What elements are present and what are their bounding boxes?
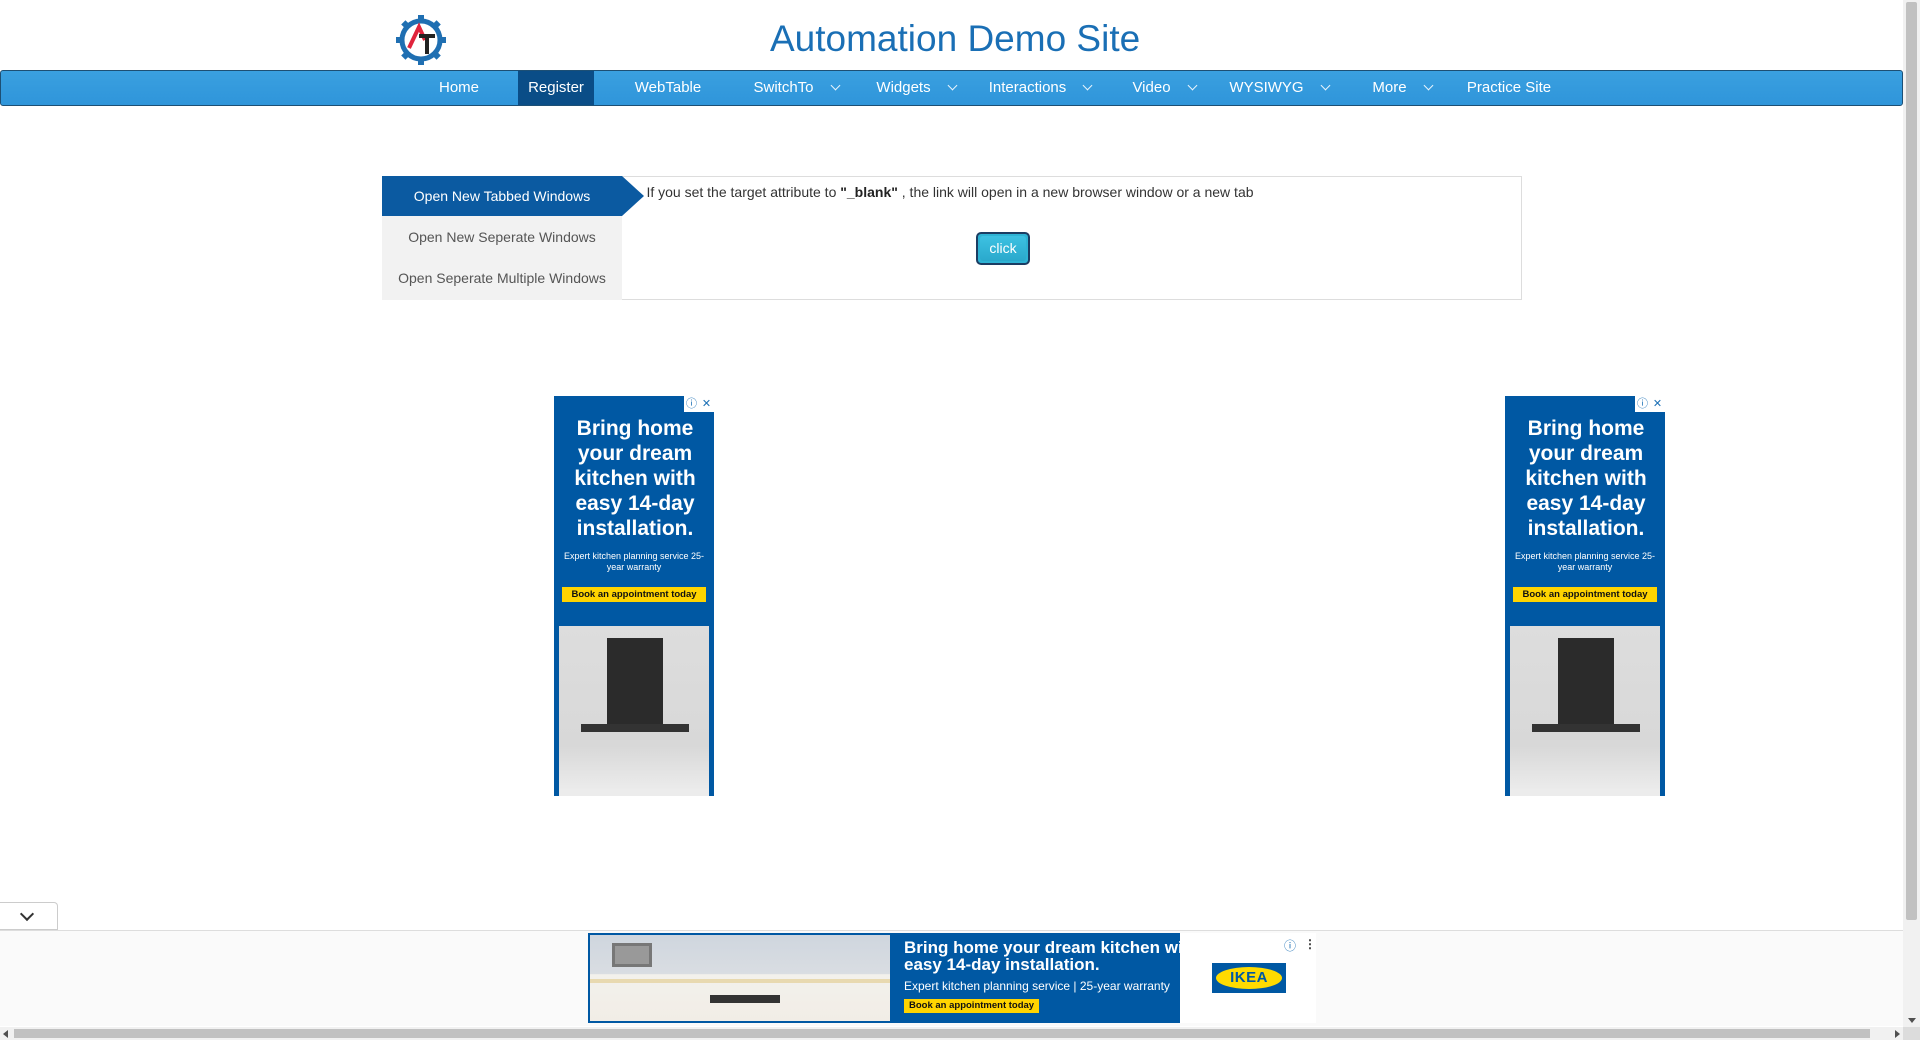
gear-logo-icon xyxy=(396,15,446,65)
tab-open-new-tabbed-windows[interactable]: Open New Tabbed Windows xyxy=(382,176,622,216)
scrollbar-corner xyxy=(1903,1027,1920,1040)
nav-switchto[interactable]: SwitchTo xyxy=(743,71,849,105)
nav-interactions-label: Interactions xyxy=(988,79,1067,96)
ikea-logo: IKEA xyxy=(1212,963,1286,993)
nav-more[interactable]: More xyxy=(1361,71,1443,105)
chevron-down-icon xyxy=(1187,80,1197,91)
hob-shape xyxy=(710,995,780,1003)
close-icon[interactable]: ✕ xyxy=(1650,396,1665,412)
description-keyword: "_blank" xyxy=(840,184,898,200)
nav-interactions[interactable]: Interactions xyxy=(983,71,1097,105)
nav-wysiwyg[interactable]: WYSIWYG xyxy=(1225,71,1333,105)
range-hood-base xyxy=(1532,724,1640,732)
ad-subline: Expert kitchen planning service 25-year … xyxy=(1514,551,1656,572)
nav-register[interactable]: Register xyxy=(518,71,594,105)
nav-video[interactable]: Video xyxy=(1123,71,1205,105)
range-hood-shape xyxy=(607,638,663,728)
chevron-down-icon xyxy=(830,80,840,91)
chevron-down-icon xyxy=(1082,80,1093,91)
nav-practice-site-label: Practice Site xyxy=(1466,79,1552,96)
close-icon[interactable]: ✕ xyxy=(699,396,714,412)
range-hood-base xyxy=(581,724,689,732)
ikea-logo-text: IKEA xyxy=(1216,967,1282,989)
nav-webtable[interactable]: WebTable xyxy=(615,71,721,105)
banner-kitchen-image xyxy=(590,935,890,1021)
info-icon[interactable]: ⓘ xyxy=(684,396,699,412)
chevron-down-icon xyxy=(947,80,958,91)
range-hood-shape xyxy=(1558,638,1614,728)
banner-subline: Expert kitchen planning service | 25-yea… xyxy=(904,979,1170,993)
main-nav: Home Register WebTable SwitchTo Widgets … xyxy=(0,70,1903,106)
nav-more-label: More xyxy=(1372,79,1407,96)
page: Automation Demo Site Home Register WebTa… xyxy=(0,0,1920,1040)
nav-video-label: Video xyxy=(1132,79,1171,96)
bottom-banner-ad[interactable]: Bring home your dream kitchen with easy … xyxy=(588,933,1316,1023)
banner-headline: Bring home your dream kitchen with easy … xyxy=(904,938,1199,974)
collapse-ad-button[interactable] xyxy=(0,902,58,930)
vertical-scrollbar-thumb[interactable] xyxy=(1906,2,1917,920)
tab-open-seperate-multiple-windows[interactable]: Open Seperate Multiple Windows xyxy=(382,258,622,298)
ad-headline: Bring home your dream kitchen with easy … xyxy=(1525,417,1647,540)
ad-cta-button[interactable]: Book an appointment today xyxy=(562,587,706,602)
site-logo[interactable] xyxy=(395,14,447,66)
scroll-left-arrow-icon[interactable] xyxy=(3,1030,8,1038)
tab-description: If you set the target attribute to "_bla… xyxy=(640,182,1260,202)
info-icon[interactable]: ⓘ xyxy=(1284,937,1296,954)
chevron-down-icon xyxy=(19,906,35,922)
vertical-scrollbar[interactable] xyxy=(1903,0,1920,1027)
ad-cta-button[interactable]: Book an appointment today xyxy=(1513,587,1657,602)
ad-subline: Expert kitchen planning service 25-year … xyxy=(563,551,705,572)
nav-widgets-label: Widgets xyxy=(876,79,931,96)
nav-practice-site[interactable]: Practice Site xyxy=(1459,71,1559,105)
click-button[interactable]: click xyxy=(976,232,1030,265)
chevron-down-icon xyxy=(1423,80,1434,91)
ad-choices: ⓘ ✕ xyxy=(1635,396,1665,412)
horizontal-scrollbar[interactable] xyxy=(0,1027,1903,1040)
countertop-shape xyxy=(590,979,890,983)
site-title: Automation Demo Site xyxy=(770,18,1141,59)
ad-kitchen-image xyxy=(559,626,709,796)
nav-home[interactable]: Home xyxy=(421,71,497,105)
microwave-shape xyxy=(612,943,652,967)
ad-choices: ⓘ ✕ xyxy=(684,396,714,412)
ad-kitchen-image xyxy=(1510,626,1660,796)
right-side-ad[interactable]: ⓘ ✕ Bring home your dream kitchen with e… xyxy=(1505,396,1665,796)
windows-tab-list: Open New Tabbed Windows Open New Seperat… xyxy=(382,176,622,300)
ad-headline: Bring home your dream kitchen with easy … xyxy=(574,417,696,540)
scroll-down-arrow-icon[interactable] xyxy=(1908,1018,1916,1023)
more-options-icon[interactable]: ⋮ xyxy=(1304,937,1316,951)
scroll-right-arrow-icon[interactable] xyxy=(1895,1030,1900,1038)
nav-register-label: Register xyxy=(528,79,584,96)
nav-home-label: Home xyxy=(438,79,479,96)
nav-widgets[interactable]: Widgets xyxy=(861,71,971,105)
description-text-before: If you set the target attribute to xyxy=(646,184,841,200)
info-icon[interactable]: ⓘ xyxy=(1635,396,1650,412)
nav-switchto-label: SwitchTo xyxy=(753,79,814,96)
chevron-down-icon xyxy=(1320,80,1331,91)
tab-open-new-seperate-windows[interactable]: Open New Seperate Windows xyxy=(382,217,622,257)
horizontal-scrollbar-thumb[interactable] xyxy=(14,1029,1870,1038)
description-text-after: , the link will open in a new browser wi… xyxy=(897,184,1254,200)
click-button-label: click xyxy=(980,236,1026,261)
nav-webtable-label: WebTable xyxy=(634,79,702,96)
left-side-ad[interactable]: ⓘ ✕ Bring home your dream kitchen with e… xyxy=(554,396,714,796)
nav-wysiwyg-label: WYSIWYG xyxy=(1229,79,1304,96)
banner-cta-button[interactable]: Book an appointment today xyxy=(904,999,1040,1013)
